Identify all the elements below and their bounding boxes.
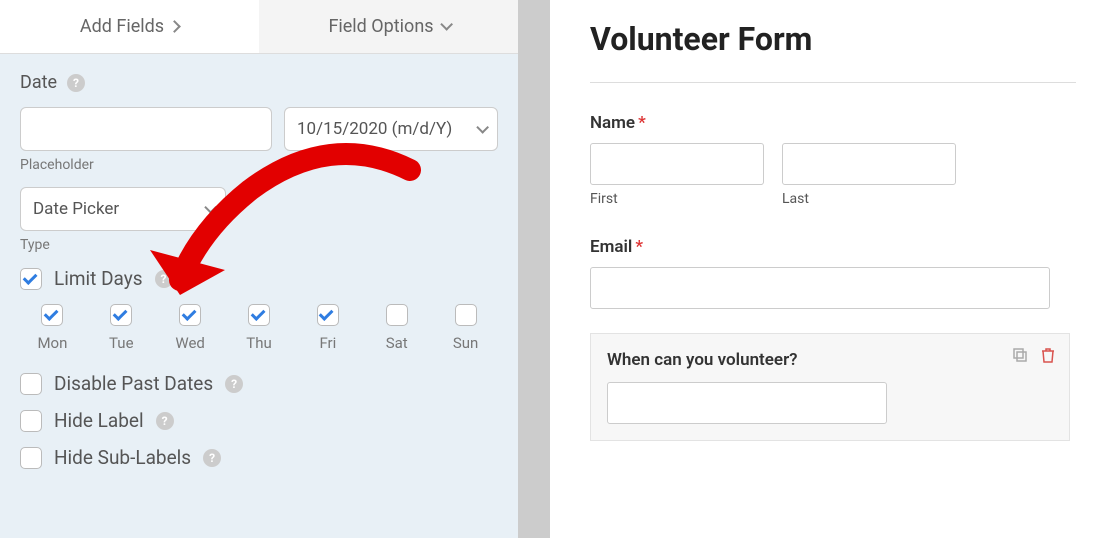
- date-section-label: Date ?: [20, 72, 498, 93]
- day-checkbox[interactable]: [455, 304, 477, 326]
- last-label: Last: [782, 191, 956, 207]
- day-label: Sat: [386, 334, 408, 352]
- help-icon[interactable]: ?: [203, 449, 221, 467]
- placeholder-input[interactable]: [20, 107, 272, 151]
- hide-label-row: Hide Label ?: [20, 409, 498, 432]
- type-value: Date Picker: [33, 199, 119, 219]
- tab-label: Add Fields: [80, 16, 164, 37]
- day-label: Thu: [246, 334, 271, 352]
- help-icon[interactable]: ?: [155, 270, 173, 288]
- divider: [590, 82, 1076, 83]
- disable-past-checkbox[interactable]: [20, 373, 42, 395]
- hide-sublabels-checkbox[interactable]: [20, 447, 42, 469]
- day-label: Tue: [109, 334, 133, 352]
- volunteer-label: When can you volunteer?: [607, 350, 1053, 370]
- limit-days-row: Limit Days ?: [20, 267, 498, 290]
- tab-field-options[interactable]: Field Options: [259, 0, 518, 53]
- first-name-col: First: [590, 143, 764, 207]
- day-label: Sun: [453, 334, 478, 352]
- limit-days-label: Limit Days: [54, 267, 143, 290]
- day-label: Mon: [37, 334, 67, 352]
- help-icon[interactable]: ?: [67, 74, 85, 92]
- first-label: First: [590, 191, 764, 207]
- volunteer-input[interactable]: [607, 382, 887, 424]
- type-sublabel: Type: [20, 237, 498, 253]
- help-icon[interactable]: ?: [225, 375, 243, 393]
- disable-past-label: Disable Past Dates: [54, 372, 213, 395]
- chevron-down-icon: [204, 201, 217, 214]
- name-row: First Last: [590, 143, 1076, 207]
- email-field-label: Email*: [590, 237, 1076, 257]
- date-label: Date: [20, 72, 57, 93]
- chevron-down-icon: [476, 121, 489, 134]
- format-value: 10/15/2020 (m/d/Y): [297, 119, 452, 139]
- day-checkbox[interactable]: [110, 304, 132, 326]
- day-mon: Mon: [20, 304, 85, 352]
- name-label: Name: [590, 113, 635, 133]
- day-checkbox[interactable]: [248, 304, 270, 326]
- day-checkbox[interactable]: [179, 304, 201, 326]
- email-block: Email*: [590, 237, 1076, 309]
- required-mark: *: [638, 113, 646, 133]
- trash-icon[interactable]: [1039, 346, 1057, 364]
- day-thu: Thu: [227, 304, 292, 352]
- last-name-col: Last: [782, 143, 956, 207]
- days-row: Mon Tue Wed Thu Fri Sat: [20, 304, 498, 352]
- form-preview: Volunteer Form Name* First Last Email*: [550, 0, 1116, 538]
- required-mark: *: [635, 237, 643, 257]
- duplicate-icon[interactable]: [1011, 346, 1029, 364]
- chevron-right-icon: [168, 20, 181, 33]
- form-title: Volunteer Form: [590, 20, 1076, 58]
- hide-sublabels-label: Hide Sub-Labels: [54, 446, 191, 469]
- help-icon[interactable]: ?: [156, 412, 174, 430]
- type-row: Date Picker: [20, 187, 498, 231]
- email-label: Email: [590, 237, 632, 257]
- placeholder-sublabel: Placeholder: [20, 157, 498, 173]
- limit-days-checkbox[interactable]: [20, 268, 42, 290]
- type-select[interactable]: Date Picker: [20, 187, 226, 231]
- first-name-input[interactable]: [590, 143, 764, 185]
- day-sat: Sat: [364, 304, 429, 352]
- last-name-input[interactable]: [782, 143, 956, 185]
- day-wed: Wed: [158, 304, 223, 352]
- tabs: Add Fields Field Options: [0, 0, 518, 54]
- left-panel: Add Fields Field Options Date ? 10/15/20…: [0, 0, 520, 538]
- day-label: Fri: [319, 334, 336, 352]
- row-icons: [1011, 346, 1057, 364]
- email-input[interactable]: [590, 267, 1050, 309]
- day-checkbox[interactable]: [386, 304, 408, 326]
- right-panel: Volunteer Form Name* First Last Email*: [520, 0, 1116, 538]
- chevron-down-icon: [440, 18, 453, 31]
- day-tue: Tue: [89, 304, 154, 352]
- tab-label: Field Options: [328, 16, 433, 37]
- hide-label-label: Hide Label: [54, 409, 144, 432]
- hide-sublabels-row: Hide Sub-Labels ?: [20, 446, 498, 469]
- hide-label-checkbox[interactable]: [20, 410, 42, 432]
- format-select[interactable]: 10/15/2020 (m/d/Y): [284, 107, 498, 151]
- day-label: Wed: [175, 334, 205, 352]
- day-sun: Sun: [433, 304, 498, 352]
- tab-add-fields[interactable]: Add Fields: [0, 0, 259, 53]
- day-fri: Fri: [295, 304, 360, 352]
- day-checkbox[interactable]: [41, 304, 63, 326]
- day-checkbox[interactable]: [317, 304, 339, 326]
- placeholder-row: 10/15/2020 (m/d/Y): [20, 107, 498, 151]
- volunteer-block[interactable]: When can you volunteer?: [590, 333, 1070, 441]
- name-field-label: Name*: [590, 113, 1076, 133]
- disable-past-row: Disable Past Dates ?: [20, 372, 498, 395]
- panel-body: Date ? 10/15/2020 (m/d/Y) Placeholder Da…: [0, 54, 518, 501]
